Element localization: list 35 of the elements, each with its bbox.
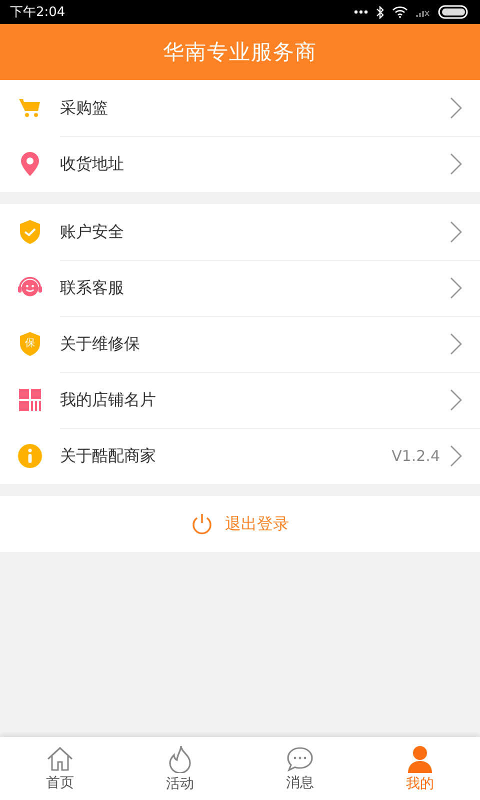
home-icon	[46, 746, 74, 772]
version-text: V1.2.4	[392, 447, 440, 465]
menu-label: 我的店铺名片	[60, 390, 157, 410]
tab[interactable]: 活动	[120, 737, 240, 800]
menu-label: 联系客服	[60, 278, 125, 298]
shield-badge-icon: 保	[19, 332, 41, 356]
flame-icon	[169, 744, 191, 772]
menu-label: 关于维修保	[60, 334, 141, 354]
person-icon	[407, 744, 433, 772]
chevron-right-icon	[450, 277, 462, 299]
cart-icon	[19, 98, 41, 118]
tab[interactable]: 首页	[0, 737, 120, 800]
chevron-right-icon	[450, 221, 462, 243]
chevron-right-icon	[450, 389, 462, 411]
menu-label: 关于酷配商家	[60, 446, 157, 466]
bluetooth-icon	[376, 6, 384, 18]
tab[interactable]: 消息	[240, 737, 360, 800]
page-title: 华南专业服务商	[163, 39, 317, 66]
more-dots-icon	[354, 10, 368, 14]
location-pin-icon	[20, 152, 40, 176]
menu-label: 采购篮	[60, 98, 109, 118]
shield-check-icon	[19, 220, 41, 244]
qr-card-icon	[19, 389, 41, 411]
chevron-right-icon	[450, 97, 462, 119]
power-icon	[191, 513, 213, 535]
info-icon	[18, 444, 42, 468]
chevron-right-icon	[450, 333, 462, 355]
chevron-right-icon	[450, 153, 462, 175]
chevron-right-icon	[450, 445, 462, 467]
menu-label: 收货地址	[60, 154, 125, 174]
chat-bubble-icon	[286, 746, 314, 772]
menu-label: 账户安全	[60, 222, 125, 242]
wifi-icon	[392, 6, 408, 18]
battery-icon	[438, 5, 470, 19]
status-time: 下午2:04	[10, 4, 66, 21]
